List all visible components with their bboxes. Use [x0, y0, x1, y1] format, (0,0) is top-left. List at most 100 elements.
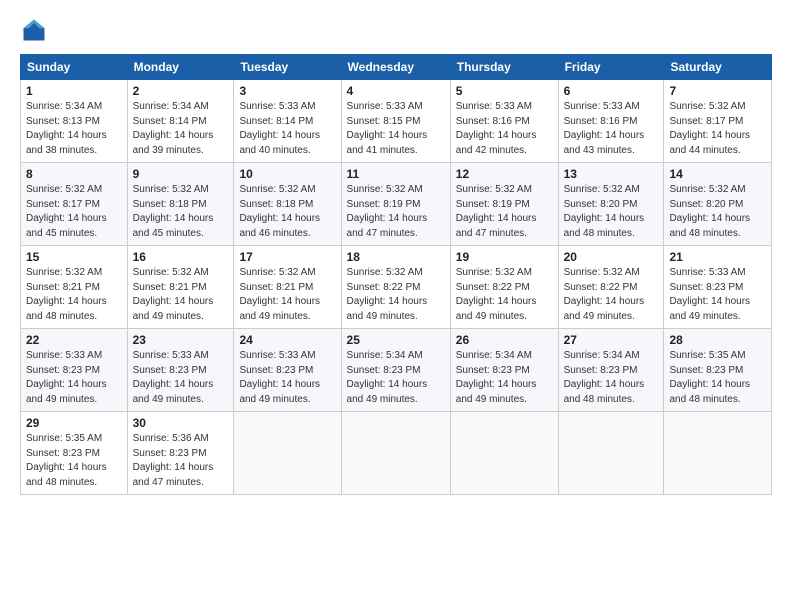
- day-number: 16: [133, 250, 229, 264]
- day-detail: Sunrise: 5:34 AM Sunset: 8:23 PM Dayligh…: [347, 349, 445, 407]
- calendar: Sunday Monday Tuesday Wednesday Thursday…: [20, 54, 772, 495]
- day-detail: Sunrise: 5:32 AM Sunset: 8:18 PM Dayligh…: [239, 183, 335, 241]
- day-number: 14: [669, 167, 766, 181]
- day-detail: Sunrise: 5:32 AM Sunset: 8:21 PM Dayligh…: [133, 266, 229, 324]
- col-monday: Monday: [127, 55, 234, 80]
- col-tuesday: Tuesday: [234, 55, 341, 80]
- table-row: 13Sunrise: 5:32 AM Sunset: 8:20 PM Dayli…: [558, 163, 664, 246]
- day-detail: Sunrise: 5:33 AM Sunset: 8:15 PM Dayligh…: [347, 100, 445, 158]
- day-detail: Sunrise: 5:32 AM Sunset: 8:21 PM Dayligh…: [26, 266, 122, 324]
- header-row: Sunday Monday Tuesday Wednesday Thursday…: [21, 55, 772, 80]
- header: [20, 16, 772, 44]
- day-detail: Sunrise: 5:33 AM Sunset: 8:23 PM Dayligh…: [669, 266, 766, 324]
- day-number: 2: [133, 84, 229, 98]
- table-row: 11Sunrise: 5:32 AM Sunset: 8:19 PM Dayli…: [341, 163, 450, 246]
- calendar-row: 22 Sunrise: 5:33 AM Sunset: 8:23 PM Dayli…: [21, 329, 772, 412]
- day-number: 24: [239, 333, 335, 347]
- table-row: 16 Sunrise: 5:32 AM Sunset: 8:21 PM Dayli…: [127, 246, 234, 329]
- day-number: 17: [239, 250, 335, 264]
- day-number: 5: [456, 84, 553, 98]
- day-number: 3: [239, 84, 335, 98]
- table-row: 29 Sunrise: 5:35 AM Sunset: 8:23 PM Dayli…: [21, 412, 128, 495]
- table-row: 23Sunrise: 5:33 AM Sunset: 8:23 PM Dayli…: [127, 329, 234, 412]
- day-detail: Sunrise: 5:32 AM Sunset: 8:19 PM Dayligh…: [456, 183, 553, 241]
- day-detail: Sunrise: 5:32 AM Sunset: 8:20 PM Dayligh…: [669, 183, 766, 241]
- logo-icon: [20, 16, 48, 44]
- day-number: 6: [564, 84, 659, 98]
- table-row: [450, 412, 558, 495]
- table-row: 17 Sunrise: 5:32 AM Sunset: 8:21 PM Dayli…: [234, 246, 341, 329]
- day-detail: Sunrise: 5:32 AM Sunset: 8:22 PM Dayligh…: [456, 266, 553, 324]
- table-row: 26 Sunrise: 5:34 AM Sunset: 8:23 PM Dayli…: [450, 329, 558, 412]
- table-row: 25 Sunrise: 5:34 AM Sunset: 8:23 PM Dayli…: [341, 329, 450, 412]
- col-sunday: Sunday: [21, 55, 128, 80]
- day-number: 4: [347, 84, 445, 98]
- table-row: 21 Sunrise: 5:33 AM Sunset: 8:23 PM Dayli…: [664, 246, 772, 329]
- table-row: 4 Sunrise: 5:33 AM Sunset: 8:15 PM Daylig…: [341, 80, 450, 163]
- day-number: 18: [347, 250, 445, 264]
- table-row: 6Sunrise: 5:33 AM Sunset: 8:16 PM Daylig…: [558, 80, 664, 163]
- table-row: 8 Sunrise: 5:32 AM Sunset: 8:17 PM Daylig…: [21, 163, 128, 246]
- day-number: 7: [669, 84, 766, 98]
- day-number: 23: [133, 333, 229, 347]
- day-detail: Sunrise: 5:35 AM Sunset: 8:23 PM Dayligh…: [26, 432, 122, 490]
- table-row: 9Sunrise: 5:32 AM Sunset: 8:18 PM Daylig…: [127, 163, 234, 246]
- day-number: 25: [347, 333, 445, 347]
- day-detail: Sunrise: 5:32 AM Sunset: 8:18 PM Dayligh…: [133, 183, 229, 241]
- table-row: 15 Sunrise: 5:32 AM Sunset: 8:21 PM Dayli…: [21, 246, 128, 329]
- table-row: 12Sunrise: 5:32 AM Sunset: 8:19 PM Dayli…: [450, 163, 558, 246]
- day-detail: Sunrise: 5:33 AM Sunset: 8:23 PM Dayligh…: [26, 349, 122, 407]
- day-number: 10: [239, 167, 335, 181]
- day-detail: Sunrise: 5:34 AM Sunset: 8:23 PM Dayligh…: [456, 349, 553, 407]
- table-row: 30 Sunrise: 5:36 AM Sunset: 8:23 PM Dayli…: [127, 412, 234, 495]
- day-detail: Sunrise: 5:32 AM Sunset: 8:21 PM Dayligh…: [239, 266, 335, 324]
- day-detail: Sunrise: 5:32 AM Sunset: 8:22 PM Dayligh…: [347, 266, 445, 324]
- table-row: 2 Sunrise: 5:34 AM Sunset: 8:14 PM Daylig…: [127, 80, 234, 163]
- day-number: 8: [26, 167, 122, 181]
- day-detail: Sunrise: 5:36 AM Sunset: 8:23 PM Dayligh…: [133, 432, 229, 490]
- day-detail: Sunrise: 5:33 AM Sunset: 8:23 PM Dayligh…: [239, 349, 335, 407]
- day-number: 26: [456, 333, 553, 347]
- calendar-row: 15 Sunrise: 5:32 AM Sunset: 8:21 PM Dayli…: [21, 246, 772, 329]
- day-number: 1: [26, 84, 122, 98]
- day-number: 20: [564, 250, 659, 264]
- calendar-row: 8 Sunrise: 5:32 AM Sunset: 8:17 PM Daylig…: [21, 163, 772, 246]
- table-row: [234, 412, 341, 495]
- day-detail: Sunrise: 5:32 AM Sunset: 8:22 PM Dayligh…: [564, 266, 659, 324]
- day-detail: Sunrise: 5:33 AM Sunset: 8:14 PM Dayligh…: [239, 100, 335, 158]
- day-number: 30: [133, 416, 229, 430]
- day-number: 11: [347, 167, 445, 181]
- day-detail: Sunrise: 5:34 AM Sunset: 8:14 PM Dayligh…: [133, 100, 229, 158]
- table-row: 5 Sunrise: 5:33 AM Sunset: 8:16 PM Daylig…: [450, 80, 558, 163]
- day-detail: Sunrise: 5:34 AM Sunset: 8:13 PM Dayligh…: [26, 100, 122, 158]
- table-row: 18 Sunrise: 5:32 AM Sunset: 8:22 PM Dayli…: [341, 246, 450, 329]
- day-number: 21: [669, 250, 766, 264]
- table-row: 28 Sunrise: 5:35 AM Sunset: 8:23 PM Dayli…: [664, 329, 772, 412]
- table-row: 20 Sunrise: 5:32 AM Sunset: 8:22 PM Dayli…: [558, 246, 664, 329]
- table-row: 14 Sunrise: 5:32 AM Sunset: 8:20 PM Dayli…: [664, 163, 772, 246]
- day-number: 22: [26, 333, 122, 347]
- col-saturday: Saturday: [664, 55, 772, 80]
- table-row: 3 Sunrise: 5:33 AM Sunset: 8:14 PM Daylig…: [234, 80, 341, 163]
- day-detail: Sunrise: 5:35 AM Sunset: 8:23 PM Dayligh…: [669, 349, 766, 407]
- logo: [20, 16, 52, 44]
- table-row: [664, 412, 772, 495]
- day-number: 15: [26, 250, 122, 264]
- table-row: 10 Sunrise: 5:32 AM Sunset: 8:18 PM Dayli…: [234, 163, 341, 246]
- table-row: [341, 412, 450, 495]
- day-detail: Sunrise: 5:32 AM Sunset: 8:20 PM Dayligh…: [564, 183, 659, 241]
- table-row: 27 Sunrise: 5:34 AM Sunset: 8:23 PM Dayli…: [558, 329, 664, 412]
- day-number: 28: [669, 333, 766, 347]
- day-detail: Sunrise: 5:33 AM Sunset: 8:16 PM Dayligh…: [456, 100, 553, 158]
- day-number: 29: [26, 416, 122, 430]
- table-row: 7Sunrise: 5:32 AM Sunset: 8:17 PM Daylig…: [664, 80, 772, 163]
- table-row: 19 Sunrise: 5:32 AM Sunset: 8:22 PM Dayli…: [450, 246, 558, 329]
- page: Sunday Monday Tuesday Wednesday Thursday…: [0, 0, 792, 612]
- day-number: 19: [456, 250, 553, 264]
- col-wednesday: Wednesday: [341, 55, 450, 80]
- day-detail: Sunrise: 5:34 AM Sunset: 8:23 PM Dayligh…: [564, 349, 659, 407]
- day-detail: Sunrise: 5:32 AM Sunset: 8:17 PM Dayligh…: [26, 183, 122, 241]
- day-number: 27: [564, 333, 659, 347]
- col-friday: Friday: [558, 55, 664, 80]
- table-row: 24 Sunrise: 5:33 AM Sunset: 8:23 PM Dayli…: [234, 329, 341, 412]
